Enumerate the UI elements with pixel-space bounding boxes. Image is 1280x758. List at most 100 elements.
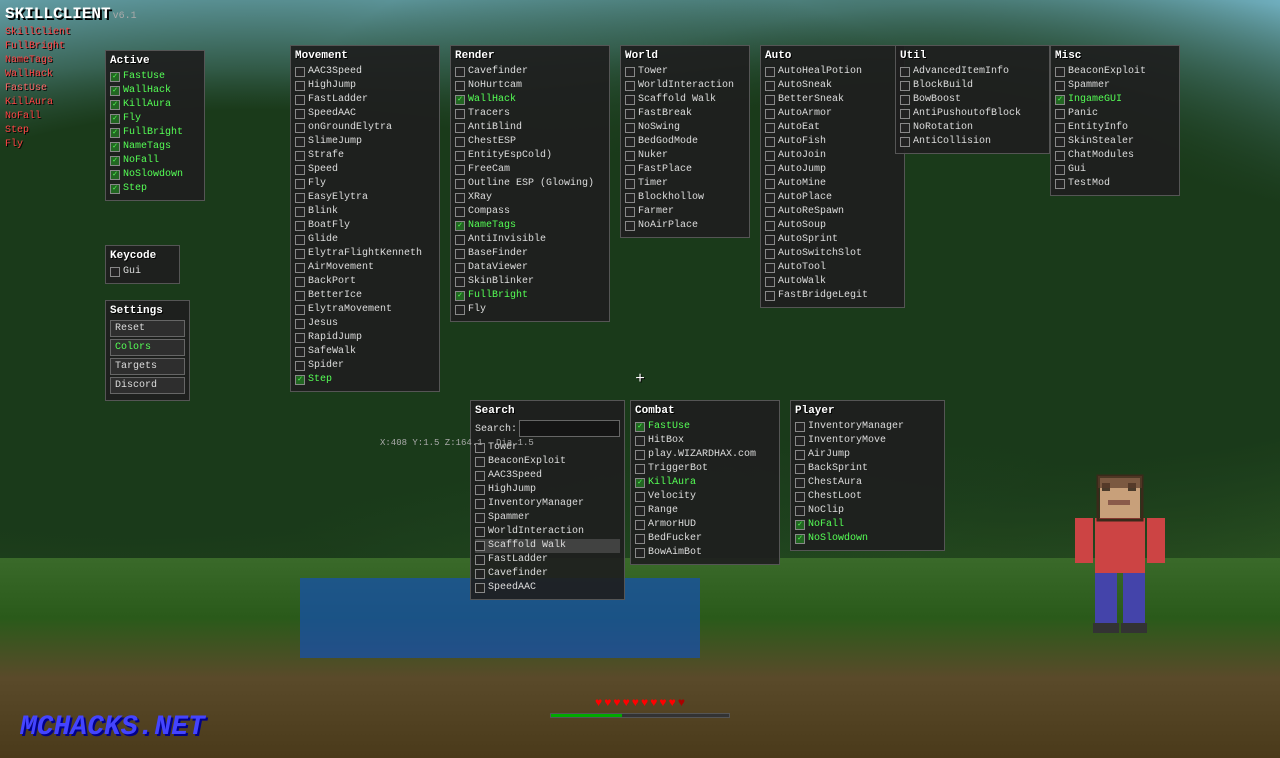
- render-item-basefinder[interactable]: BaseFinder: [455, 247, 605, 261]
- combat-item-killaura[interactable]: ✓KillAura: [635, 476, 775, 490]
- auto-item-autoeat[interactable]: AutoEat: [765, 121, 900, 135]
- movement-item-jesus[interactable]: Jesus: [295, 317, 435, 331]
- sidebar-link-skillclient[interactable]: SkillClient: [5, 26, 137, 40]
- world-item-farmer[interactable]: Farmer: [625, 205, 745, 219]
- active-item-fly[interactable]: ✓Fly: [110, 112, 200, 126]
- render-item-fullbright[interactable]: ✓FullBright: [455, 289, 605, 303]
- active-item-nametags[interactable]: ✓NameTags: [110, 140, 200, 154]
- misc-item-ingamegui[interactable]: ✓IngameGUI: [1055, 93, 1175, 107]
- world-item-noswing[interactable]: NoSwing: [625, 121, 745, 135]
- auto-item-automine[interactable]: AutoMine: [765, 177, 900, 191]
- active-item-fastuse[interactable]: ✓FastUse: [110, 70, 200, 84]
- world-item-bedgodmode[interactable]: BedGodMode: [625, 135, 745, 149]
- auto-item-autosprint[interactable]: AutoSprint: [765, 233, 900, 247]
- movement-item-spider[interactable]: Spider: [295, 359, 435, 373]
- world-item-tower[interactable]: Tower: [625, 65, 745, 79]
- movement-item-easyelytra[interactable]: EasyElytra: [295, 191, 435, 205]
- auto-item-autofish[interactable]: AutoFish: [765, 135, 900, 149]
- world-item-timer[interactable]: Timer: [625, 177, 745, 191]
- render-item-wallhack[interactable]: ✓WallHack: [455, 93, 605, 107]
- reset-button[interactable]: Reset: [110, 320, 185, 337]
- world-item-noairplace[interactable]: NoAirPlace: [625, 219, 745, 233]
- render-item-cavefinder[interactable]: Cavefinder: [455, 65, 605, 79]
- player-item-nofall[interactable]: ✓NoFall: [795, 518, 940, 532]
- movement-item-elytraflightkenneth[interactable]: ElytraFlightKenneth: [295, 247, 435, 261]
- movement-item-elytramovement[interactable]: ElytraMovement: [295, 303, 435, 317]
- combat-item-wizardhax[interactable]: play.WIZARDHAX.com: [635, 448, 775, 462]
- movement-item-strafe[interactable]: Strafe: [295, 149, 435, 163]
- search-item-aac3speed[interactable]: AAC3Speed: [475, 469, 620, 483]
- active-item-fullbright[interactable]: ✓FullBright: [110, 126, 200, 140]
- search-item-highjump[interactable]: HighJump: [475, 483, 620, 497]
- misc-item-beaconexploit[interactable]: BeaconExploit: [1055, 65, 1175, 79]
- auto-item-autowalk[interactable]: AutoWalk: [765, 275, 900, 289]
- render-item-skinblinker[interactable]: SkinBlinker: [455, 275, 605, 289]
- combat-item-bedfucker[interactable]: BedFucker: [635, 532, 775, 546]
- auto-item-bettersneak[interactable]: BetterSneak: [765, 93, 900, 107]
- search-item-beaconexploit[interactable]: BeaconExploit: [475, 455, 620, 469]
- movement-item-backport[interactable]: BackPort: [295, 275, 435, 289]
- player-item-backsprint[interactable]: BackSprint: [795, 462, 940, 476]
- misc-item-panic[interactable]: Panic: [1055, 107, 1175, 121]
- auto-item-autoswitchslot[interactable]: AutoSwitchSlot: [765, 247, 900, 261]
- movement-item-safewalk[interactable]: SafeWalk: [295, 345, 435, 359]
- combat-item-range[interactable]: Range: [635, 504, 775, 518]
- render-item-entityespcold[interactable]: EntityEspCold): [455, 149, 605, 163]
- movement-item-speedaac[interactable]: SpeedAAC: [295, 107, 435, 121]
- auto-item-autoarmor[interactable]: AutoArmor: [765, 107, 900, 121]
- combat-item-velocity[interactable]: Velocity: [635, 490, 775, 504]
- movement-item-aac3speed[interactable]: AAC3Speed: [295, 65, 435, 79]
- player-item-chestloot[interactable]: ChestLoot: [795, 490, 940, 504]
- player-item-airjump[interactable]: AirJump: [795, 448, 940, 462]
- misc-item-gui[interactable]: Gui: [1055, 163, 1175, 177]
- search-item-fastladder[interactable]: FastLadder: [475, 553, 620, 567]
- world-item-fastbreak[interactable]: FastBreak: [625, 107, 745, 121]
- player-item-inventorymove[interactable]: InventoryMove: [795, 434, 940, 448]
- util-item-norotation[interactable]: NoRotation: [900, 121, 1045, 135]
- auto-item-autorespawn[interactable]: AutoReSpawn: [765, 205, 900, 219]
- util-item-advancediteminfo[interactable]: AdvancedItemInfo: [900, 65, 1045, 79]
- render-item-nametags[interactable]: ✓NameTags: [455, 219, 605, 233]
- render-item-chestesp[interactable]: ChestESP: [455, 135, 605, 149]
- render-item-dataviewer[interactable]: DataViewer: [455, 261, 605, 275]
- misc-item-testmod[interactable]: TestMod: [1055, 177, 1175, 191]
- util-item-blockbuild[interactable]: BlockBuild: [900, 79, 1045, 93]
- world-item-scaffoldwalk[interactable]: Scaffold Walk: [625, 93, 745, 107]
- discord-button[interactable]: Discord: [110, 377, 185, 394]
- world-item-fastplace[interactable]: FastPlace: [625, 163, 745, 177]
- movement-item-step[interactable]: ✓Step: [295, 373, 435, 387]
- util-item-bowboost[interactable]: BowBoost: [900, 93, 1045, 107]
- util-item-anticollision[interactable]: AntiCollision: [900, 135, 1045, 149]
- world-item-worldinteraction[interactable]: WorldInteraction: [625, 79, 745, 93]
- movement-item-betterice[interactable]: BetterIce: [295, 289, 435, 303]
- search-item-inventorymanager[interactable]: InventoryManager: [475, 497, 620, 511]
- search-item-speedaac[interactable]: SpeedAAC: [475, 581, 620, 595]
- active-item-step[interactable]: ✓Step: [110, 182, 200, 196]
- auto-item-autojump[interactable]: AutoJump: [765, 163, 900, 177]
- auto-item-autosneak[interactable]: AutoSneak: [765, 79, 900, 93]
- combat-item-triggerbot[interactable]: TriggerBot: [635, 462, 775, 476]
- render-item-freecam[interactable]: FreeCam: [455, 163, 605, 177]
- movement-item-blink[interactable]: Blink: [295, 205, 435, 219]
- player-item-chestaura[interactable]: ChestAura: [795, 476, 940, 490]
- combat-item-hitbox[interactable]: HitBox: [635, 434, 775, 448]
- auto-item-autoplace[interactable]: AutoPlace: [765, 191, 900, 205]
- movement-item-boatfly[interactable]: BoatFly: [295, 219, 435, 233]
- colors-button[interactable]: Colors: [110, 339, 185, 356]
- render-item-antiinvisible[interactable]: AntiInvisible: [455, 233, 605, 247]
- active-item-killaura[interactable]: ✓KillAura: [110, 98, 200, 112]
- movement-item-airmovement[interactable]: AirMovement: [295, 261, 435, 275]
- movement-item-rapidjump[interactable]: RapidJump: [295, 331, 435, 345]
- search-item-spammer[interactable]: Spammer: [475, 511, 620, 525]
- movement-item-slimejump[interactable]: SlimeJump: [295, 135, 435, 149]
- player-item-noclip[interactable]: NoClip: [795, 504, 940, 518]
- auto-item-autohealpotion[interactable]: AutoHealPotion: [765, 65, 900, 79]
- combat-item-fastuse[interactable]: ✓FastUse: [635, 420, 775, 434]
- render-item-antiblind[interactable]: AntiBlind: [455, 121, 605, 135]
- misc-item-spammer[interactable]: Spammer: [1055, 79, 1175, 93]
- auto-item-fastbridgelegit[interactable]: FastBridgeLegit: [765, 289, 900, 303]
- movement-item-speed[interactable]: Speed: [295, 163, 435, 177]
- render-item-tracers[interactable]: Tracers: [455, 107, 605, 121]
- search-item-cavefinder[interactable]: Cavefinder: [475, 567, 620, 581]
- active-item-noslowdown[interactable]: ✓NoSlowdown: [110, 168, 200, 182]
